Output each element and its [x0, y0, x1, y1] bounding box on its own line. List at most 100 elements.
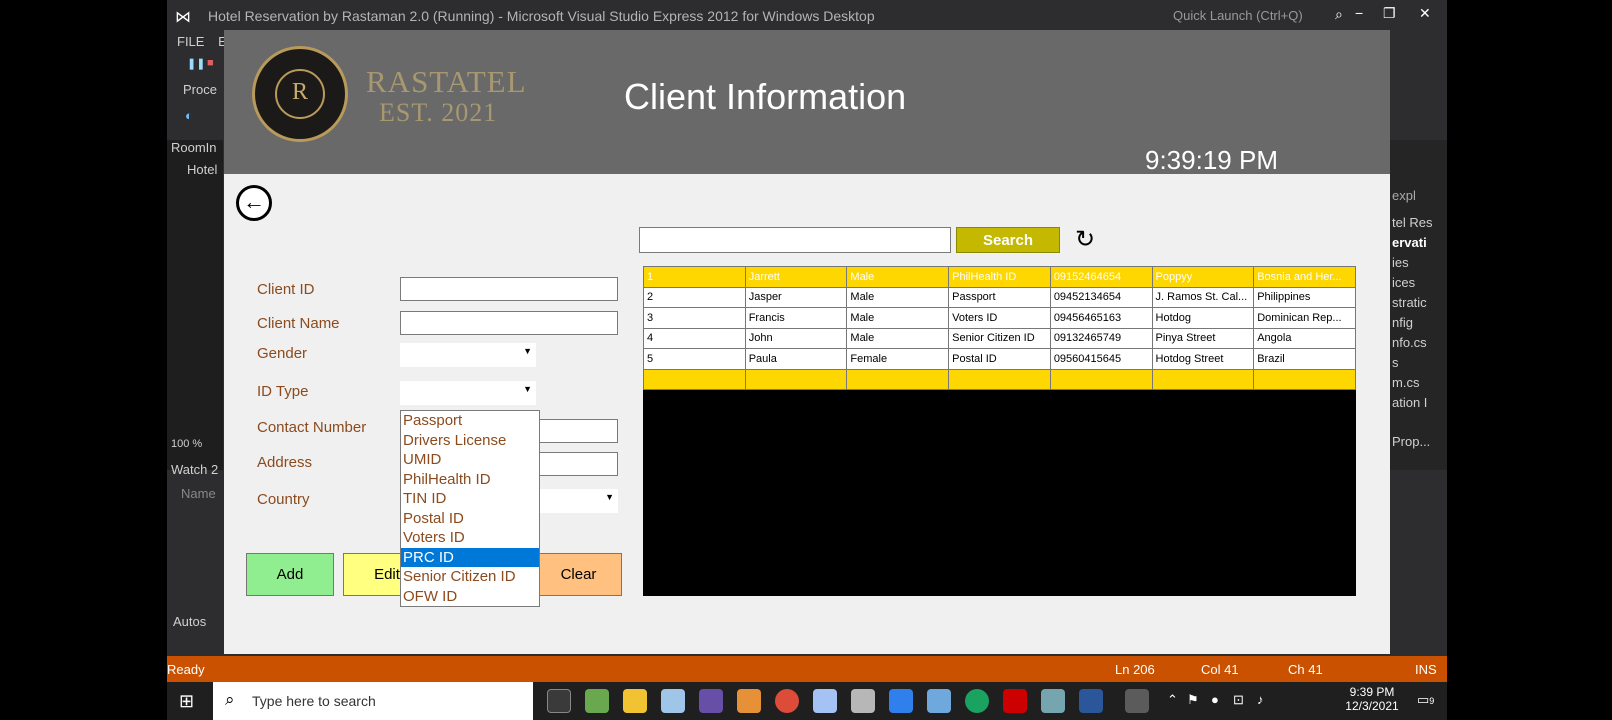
table-cell[interactable]: Postal ID [948, 348, 1051, 370]
clear-button[interactable]: Clear [535, 553, 622, 596]
app-icon[interactable] [1003, 689, 1027, 713]
table-row[interactable]: 2 Jasper Male Passport 09452134654 J. Ramos S… [643, 286, 1356, 308]
gender-select[interactable]: ▼ [400, 343, 536, 367]
table-cell[interactable] [744, 368, 848, 390]
word-icon[interactable] [1079, 689, 1103, 713]
solution-item[interactable]: ices [1392, 275, 1415, 290]
table-cell[interactable]: Male [846, 286, 950, 308]
stop-icon[interactable]: ■ [207, 57, 214, 69]
table-cell[interactable]: J. Ramos St. Cal... [1151, 286, 1255, 308]
tray-app-icon[interactable]: ⚑ [1187, 692, 1199, 708]
dropdown-option[interactable]: UMID [401, 450, 539, 470]
table-cell[interactable]: PhilHealth ID [948, 266, 1051, 288]
dropdown-option[interactable]: Voters ID [401, 528, 539, 548]
table-cell[interactable]: 09456465163 [1049, 307, 1153, 329]
table-cell[interactable]: Angola [1253, 327, 1356, 349]
tab-hotel[interactable]: Hotel [187, 162, 217, 177]
solution-item[interactable]: ation I [1392, 395, 1427, 410]
solution-item[interactable]: nfo.cs [1392, 335, 1427, 350]
table-cell[interactable]: Male [846, 307, 950, 329]
solution-item[interactable]: nfig [1392, 315, 1413, 330]
app-icon[interactable] [1041, 689, 1065, 713]
client-data-grid[interactable]: 1 Jarrett Male PhilHealth ID 09152464654 Popp… [643, 266, 1356, 596]
solution-item[interactable]: m.cs [1392, 375, 1419, 390]
solution-item[interactable]: tel Res [1392, 215, 1432, 230]
quick-launch-input[interactable]: Quick Launch (Ctrl+Q) [1167, 5, 1337, 27]
app-icon[interactable] [851, 689, 875, 713]
solution-item[interactable]: ies [1392, 255, 1409, 270]
pause-icon[interactable]: ❚❚ [187, 57, 205, 70]
table-cell[interactable]: Male [846, 266, 950, 288]
windows-start-icon[interactable]: ⊞ [179, 691, 194, 712]
table-cell[interactable]: 4 [643, 327, 746, 349]
table-cell[interactable] [846, 368, 950, 390]
add-button[interactable]: Add [246, 553, 334, 596]
table-cell[interactable]: Hotdog Street [1151, 348, 1255, 370]
taskbar-clock[interactable]: 9:39 PM 12/3/2021 [1337, 685, 1407, 713]
notification-icon[interactable]: ▭9 [1417, 692, 1434, 708]
solution-item[interactable]: s [1392, 355, 1399, 370]
dropdown-option[interactable]: Postal ID [401, 509, 539, 529]
dropdown-option[interactable]: Senior Citizen ID [401, 567, 539, 587]
table-cell[interactable]: 09452134654 [1049, 286, 1153, 308]
zoom-level[interactable]: 100 % [171, 438, 202, 450]
network-icon[interactable]: ⊡ [1233, 692, 1244, 708]
table-cell[interactable] [1151, 368, 1255, 390]
table-row[interactable]: 5 Paula Female Postal ID 09560415645 Hotdog S… [643, 348, 1356, 370]
table-cell[interactable]: 1 [643, 266, 746, 288]
table-row[interactable]: 1 Jarrett Male PhilHealth ID 09152464654 Popp… [643, 266, 1356, 288]
table-row[interactable]: 3 Francis Male Voters ID 09456465163 Hotdog Do… [643, 307, 1356, 329]
table-cell[interactable]: 3 [643, 307, 746, 329]
close-icon[interactable]: ✕ [1419, 5, 1431, 22]
file-explorer-icon[interactable] [623, 689, 647, 713]
table-cell[interactable]: Brazil [1253, 348, 1356, 370]
table-cell[interactable]: Male [846, 327, 950, 349]
table-cell[interactable]: Francis [744, 307, 848, 329]
dropdown-option-selected[interactable]: PRC ID [401, 547, 539, 567]
dropdown-option[interactable]: PhilHealth ID [401, 470, 539, 490]
visual-studio-taskbar-icon[interactable] [699, 689, 723, 713]
running-app-icon[interactable] [1125, 689, 1149, 713]
client-name-input[interactable] [400, 311, 618, 335]
watch-tab[interactable]: Watch 2 [171, 462, 218, 477]
table-cell[interactable]: 09560415645 [1049, 348, 1153, 370]
edge-icon[interactable] [965, 689, 989, 713]
volume-icon[interactable]: ♪ [1257, 692, 1264, 707]
task-view-icon[interactable] [547, 689, 571, 713]
app-icon[interactable] [927, 689, 951, 713]
table-cell[interactable]: Poppyy [1151, 266, 1255, 288]
table-cell[interactable] [643, 368, 746, 390]
id-type-select[interactable]: ▼ [400, 381, 536, 405]
table-cell[interactable]: 5 [643, 348, 746, 370]
table-cell[interactable]: Senior Citizen ID [948, 327, 1051, 349]
table-cell[interactable]: Hotdog [1151, 307, 1255, 329]
solution-item[interactable]: stratic [1392, 295, 1427, 310]
chrome-icon[interactable] [775, 689, 799, 713]
dropdown-option[interactable]: Drivers License [401, 431, 539, 451]
xampp-icon[interactable] [737, 689, 761, 713]
minimize-icon[interactable]: − [1355, 5, 1363, 21]
back-nav-icon[interactable]: ◐ [185, 108, 193, 123]
table-cell[interactable]: Philippines [1253, 286, 1356, 308]
tray-chevron-icon[interactable]: ⌃ [1167, 692, 1178, 708]
table-row[interactable]: 4 John Male Senior Citizen ID 09132465749 Pin… [643, 327, 1356, 349]
table-cell[interactable]: Passport [948, 286, 1051, 308]
table-cell[interactable]: Jarrett [744, 266, 848, 288]
dropdown-option[interactable]: OFW ID [401, 587, 539, 607]
app-icon[interactable] [661, 689, 685, 713]
search-input[interactable] [639, 227, 951, 253]
table-cell[interactable]: Jasper [744, 286, 848, 308]
dropdown-option[interactable]: Passport [401, 411, 539, 431]
table-cell[interactable] [1253, 368, 1356, 390]
solution-item[interactable]: ervati [1392, 235, 1427, 250]
table-cell[interactable]: Voters ID [948, 307, 1051, 329]
table-cell[interactable]: Paula [744, 348, 848, 370]
table-cell[interactable]: 2 [643, 286, 746, 308]
app-icon[interactable] [585, 689, 609, 713]
table-cell[interactable]: Dominican Rep... [1253, 307, 1356, 329]
search-button[interactable]: Search [956, 227, 1060, 253]
menu-file[interactable]: FILE [177, 34, 204, 49]
table-cell[interactable]: John [744, 327, 848, 349]
table-cell[interactable]: 09152464654 [1049, 266, 1153, 288]
search-icon[interactable]: ⌕ [1335, 6, 1343, 23]
